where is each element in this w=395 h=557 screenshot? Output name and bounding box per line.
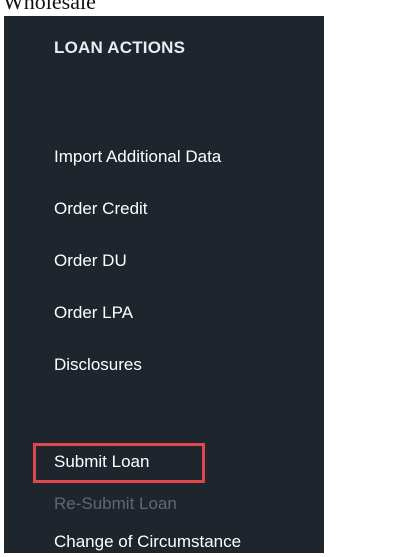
menu-item-import-additional-data[interactable]: Import Additional Data <box>54 143 221 171</box>
page-caption: Wholesale <box>3 0 96 14</box>
loan-actions-panel: LOAN ACTIONS Import Additional Data Orde… <box>4 16 324 553</box>
menu-item-disclosures[interactable]: Disclosures <box>54 351 142 379</box>
menu-item-submit-loan[interactable]: Submit Loan <box>54 448 149 476</box>
menu-item-order-credit[interactable]: Order Credit <box>54 195 148 223</box>
menu-item-change-of-circumstance[interactable]: Change of Circumstance <box>54 528 241 556</box>
menu-item-order-lpa[interactable]: Order LPA <box>54 299 133 327</box>
menu-item-order-du[interactable]: Order DU <box>54 247 127 275</box>
menu-item-re-submit-loan: Re-Submit Loan <box>54 494 177 513</box>
loan-actions-menu: Import Additional Data Order Credit Orde… <box>4 16 324 553</box>
